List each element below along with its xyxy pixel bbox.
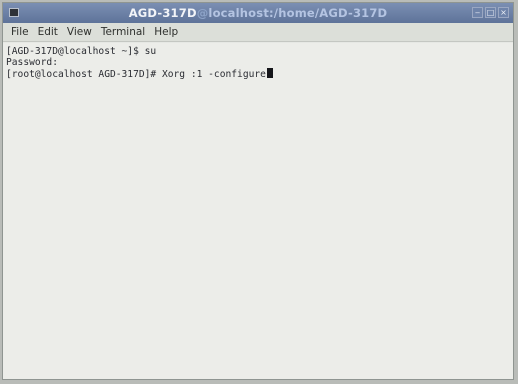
- terminal-area[interactable]: [AGD-317D@localhost ~]$ su Password: [ro…: [3, 43, 513, 379]
- terminal-line-text: [root@localhost AGD-317D]# Xorg :1 -conf…: [6, 69, 266, 80]
- window-title-at: @: [196, 6, 209, 20]
- terminal-line: [AGD-317D@localhost ~]$ su: [6, 46, 510, 57]
- terminal-line: Password:: [6, 57, 510, 68]
- terminal-line-text: Password:: [6, 57, 58, 68]
- title-bar[interactable]: AGD-317D@localhost:/home/AGD-317D ‒ □ ×: [3, 3, 513, 23]
- menu-view[interactable]: View: [63, 26, 96, 38]
- menu-file[interactable]: File: [7, 26, 33, 38]
- minimize-icon[interactable]: ‒: [472, 7, 483, 18]
- terminal-line-text: [AGD-317D@localhost ~]$ su: [6, 46, 157, 57]
- window-title-user: AGD-317D: [128, 6, 197, 20]
- window-controls: ‒ □ ×: [472, 7, 509, 18]
- window-title-host-path: localhost:/home/AGD-317D: [208, 6, 388, 20]
- terminal-line: [root@localhost AGD-317D]# Xorg :1 -conf…: [6, 68, 510, 80]
- window-title: AGD-317D@localhost:/home/AGD-317D: [3, 3, 513, 23]
- text-cursor: [266, 68, 273, 78]
- menu-help[interactable]: Help: [150, 26, 182, 38]
- menu-bar: File Edit View Terminal Help: [3, 23, 513, 42]
- terminal-window: AGD-317D@localhost:/home/AGD-317D ‒ □ × …: [2, 2, 514, 380]
- close-icon[interactable]: ×: [498, 7, 509, 18]
- menu-terminal[interactable]: Terminal: [97, 26, 149, 38]
- menu-edit[interactable]: Edit: [34, 26, 62, 38]
- maximize-icon[interactable]: □: [485, 7, 496, 18]
